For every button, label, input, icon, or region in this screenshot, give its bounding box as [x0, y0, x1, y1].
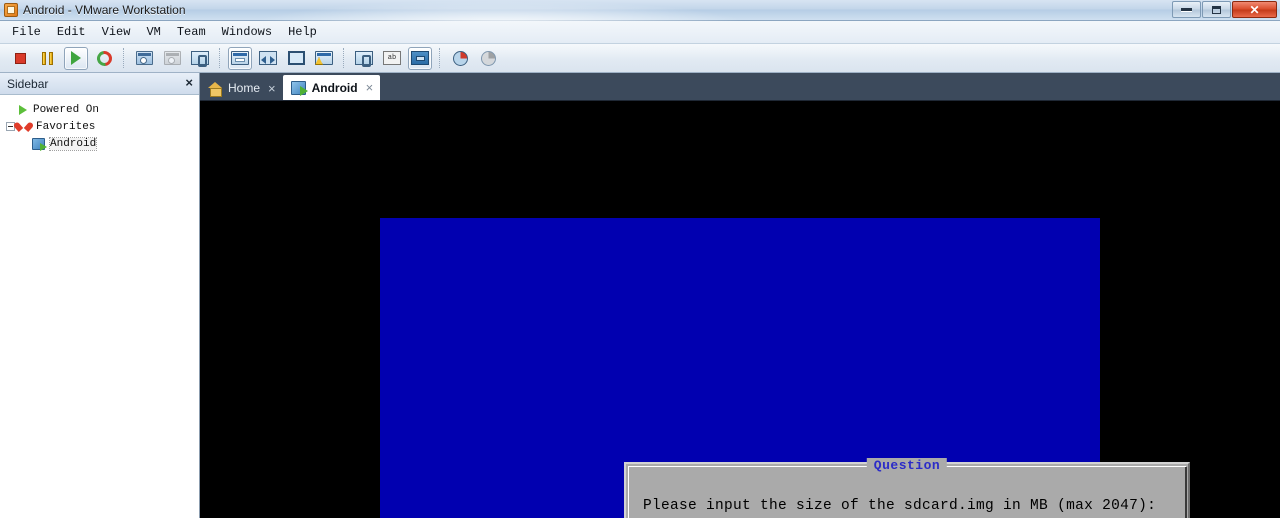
tab-close-icon[interactable]: × — [366, 80, 374, 95]
pause-icon — [42, 51, 54, 65]
tab-close-icon[interactable]: × — [268, 81, 276, 96]
tab-label: Home — [228, 81, 261, 95]
window-title: Android - VMware Workstation — [23, 3, 186, 17]
dialog-inner-frame: Question Please input the size of the sd… — [628, 458, 1187, 518]
sidebar-item-favorites[interactable]: Favorites — [0, 118, 199, 135]
main-toolbar: ab — [0, 44, 1280, 73]
vm-settings-button[interactable] — [352, 47, 376, 70]
vm-icon — [290, 80, 308, 96]
window-title-bar[interactable]: Android - VMware Workstation ✕ — [0, 0, 1280, 21]
sidebar-close-icon[interactable]: × — [185, 76, 193, 90]
show-sidebar-button[interactable] — [448, 47, 472, 70]
unity-button[interactable] — [312, 47, 336, 70]
sidebar-item-label: Favorites — [36, 120, 96, 133]
menu-item-help[interactable]: Help — [280, 23, 325, 41]
full-screen-icon — [287, 51, 305, 65]
show-thumbnails-button[interactable] — [476, 47, 500, 70]
tab-strip: Home × Android × — [200, 73, 1280, 101]
fit-guest-button[interactable] — [256, 47, 280, 70]
tab-android[interactable]: Android × — [282, 75, 381, 100]
close-icon: ✕ — [1249, 2, 1260, 17]
snapshot-new-icon — [135, 51, 153, 65]
menu-bar: File Edit View VM Team Windows Help — [0, 21, 1280, 44]
maximize-icon — [1212, 5, 1221, 14]
play-icon — [71, 51, 81, 65]
menu-item-view[interactable]: View — [94, 23, 139, 41]
sidebar-item-powered-on[interactable]: Powered On — [0, 101, 199, 118]
toolbar-separator — [123, 48, 125, 68]
vmware-app-icon — [4, 3, 18, 17]
console-icon — [411, 51, 429, 65]
menu-item-file[interactable]: File — [4, 23, 49, 41]
settings-icon — [355, 51, 373, 67]
thumbnail-pie-icon — [480, 50, 496, 66]
dialog-prompt-text: Please input the size of the sdcard.img … — [643, 498, 1157, 514]
menu-item-vm[interactable]: VM — [138, 23, 168, 41]
maximize-button[interactable] — [1202, 1, 1231, 18]
play-icon — [19, 104, 27, 115]
snapshot-revert-icon — [163, 51, 181, 65]
power-on-button[interactable] — [64, 46, 88, 70]
summary-view-button[interactable]: ab — [380, 47, 404, 70]
vm-icon — [32, 137, 47, 151]
question-dialog[interactable]: Question Please input the size of the sd… — [624, 458, 1190, 518]
minimize-icon — [1181, 8, 1192, 11]
menu-item-team[interactable]: Team — [169, 23, 214, 41]
snapshot-manager-button[interactable] — [188, 47, 212, 70]
quick-switch-view-button[interactable] — [228, 46, 252, 70]
reset-icon — [93, 47, 115, 69]
dialog-title: Question — [866, 458, 948, 473]
guest-desktop-background: Question Please input the size of the sd… — [380, 218, 1208, 518]
snapshot-manager-icon — [191, 51, 209, 67]
console-view-button[interactable] — [408, 46, 432, 70]
toolbar-separator — [219, 48, 221, 68]
unity-icon — [315, 51, 333, 65]
sidebar-tree: Powered On Favorites Android — [0, 95, 199, 152]
sidebar-panel: Sidebar × Powered On Favorites Android — [0, 73, 200, 518]
window-controls: ✕ — [1172, 1, 1277, 18]
sidebar-item-android[interactable]: Android — [0, 135, 199, 152]
vm-console[interactable]: Question Please input the size of the sd… — [200, 101, 1280, 518]
tab-label: Android — [311, 80, 358, 95]
sidebar-pie-icon — [452, 50, 468, 66]
summary-icon: ab — [383, 51, 401, 65]
home-icon — [208, 81, 222, 97]
sidebar-item-label: Android — [48, 136, 98, 151]
power-off-button[interactable] — [8, 47, 32, 70]
full-screen-button[interactable] — [284, 47, 308, 70]
sidebar-title: Sidebar — [7, 76, 49, 91]
menu-item-edit[interactable]: Edit — [49, 23, 94, 41]
suspend-button[interactable] — [36, 47, 60, 70]
minimize-button[interactable] — [1172, 1, 1201, 18]
take-snapshot-button[interactable] — [132, 47, 156, 70]
toolbar-separator — [439, 48, 441, 68]
sidebar-header: Sidebar × — [0, 73, 199, 95]
reset-button[interactable] — [92, 47, 116, 70]
fit-guest-icon — [259, 51, 277, 65]
quick-switch-icon — [231, 51, 249, 65]
stop-icon — [14, 52, 26, 64]
heart-icon — [18, 121, 30, 132]
tab-home[interactable]: Home × — [200, 76, 283, 100]
close-button[interactable]: ✕ — [1232, 1, 1277, 18]
toolbar-separator — [343, 48, 345, 68]
revert-snapshot-button[interactable] — [160, 47, 184, 70]
sidebar-item-label: Powered On — [33, 103, 100, 116]
menu-item-windows[interactable]: Windows — [214, 23, 280, 41]
